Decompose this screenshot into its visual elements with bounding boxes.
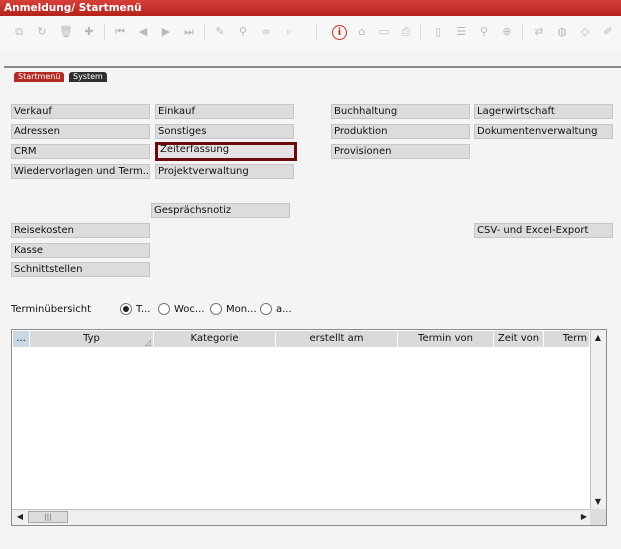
scrollbar-corner [590,509,606,525]
terminuebersicht-label: Terminübersicht [11,304,92,315]
edit-icon[interactable]: ✎ [212,24,228,40]
toolbar-separator [204,24,205,40]
menu-button-produktion[interactable]: Produktion [331,124,470,139]
column-header-erstellt-am[interactable]: erstellt am [276,331,398,347]
find-icon[interactable]: ⚲ [476,24,492,40]
scroll-right-icon[interactable]: ▶ [578,511,590,523]
column-header-typ[interactable]: Typ ◿ [30,331,154,347]
vertical-scrollbar[interactable]: ▲ ▼ [590,330,606,510]
tab-system[interactable]: System [69,72,107,82]
scroll-left-icon[interactable]: ◀ [14,511,26,523]
column-header-menu[interactable]: ... [13,331,30,347]
menu-button-verkauf[interactable]: Verkauf [11,104,150,119]
print-preview-icon[interactable]: ▯ [430,24,446,40]
toolbar-separator [316,24,317,40]
next-icon[interactable]: ▶ [158,24,174,40]
prev-icon[interactable]: ◀ [135,24,151,40]
radio-monat[interactable] [210,303,222,315]
tag-icon[interactable]: ◇ [577,24,593,40]
menu-button-zeiterfassung[interactable]: Zeiterfassung [155,142,297,161]
header-divider [4,66,621,68]
window-title: Anmeldung/ Startmenü [4,2,142,14]
radio-tag-label[interactable]: T... [136,304,150,315]
refresh-icon[interactable]: ↻ [34,24,50,40]
menu-button-projektverwaltung[interactable]: Projektverwaltung [155,164,294,179]
pen-icon[interactable]: ✐ [600,24,616,40]
menu-button-adressen[interactable]: Adressen [11,124,150,139]
menu-button-einkauf[interactable]: Einkauf [155,104,294,119]
home-icon[interactable]: ⌂ [354,24,370,40]
tab-startmenue[interactable]: Startmenü [14,72,65,82]
menu-button-crm[interactable]: CRM [11,144,150,159]
column-header-kategorie[interactable]: Kategorie [154,331,276,347]
horizontal-scrollbar[interactable]: ◀ ||| ▶ [12,509,592,525]
column-header-typ-label: Typ [83,333,100,344]
list-icon[interactable]: ☰ [453,24,469,40]
menu-button-wiedervorlagen[interactable]: Wiedervorlagen und Term... [11,164,150,179]
toolbar-separator [420,24,421,40]
menu-button-csv-export[interactable]: CSV- und Excel-Export [474,223,613,238]
radio-alle[interactable] [260,303,272,315]
radio-tag[interactable] [120,303,132,315]
window-title-bar: Anmeldung/ Startmenü [0,0,621,16]
menu-button-sonstiges[interactable]: Sonstiges [155,124,294,139]
radio-woche[interactable] [158,303,170,315]
info-icon[interactable]: i [332,25,347,40]
delete-icon[interactable]: 🗑 [58,24,74,40]
filter-icon[interactable]: ⚲ [235,24,251,40]
add-icon[interactable]: ✚ [81,24,97,40]
search-icon[interactable]: ⌕ [281,24,297,40]
scroll-up-icon[interactable]: ▲ [592,332,604,344]
binoculars-icon[interactable]: ∞ [258,24,274,40]
menu-button-reisekosten[interactable]: Reisekosten [11,223,150,238]
zoom-icon[interactable]: ⊕ [499,24,515,40]
radio-monat-label[interactable]: Mon... [226,304,257,315]
transfer-icon[interactable]: ⇄ [531,24,547,40]
print-icon[interactable]: ⎙ [398,24,414,40]
toolbar-separator [104,24,105,40]
menu-button-schnittstellen[interactable]: Schnittstellen [11,262,150,277]
copy-icon[interactable]: ⧉ [11,24,27,40]
last-icon[interactable]: ⏭ [181,24,197,40]
column-header-termin-von[interactable]: Termin von [398,331,494,347]
column-header-termin-bis[interactable]: Term [544,331,590,347]
sort-triangle-icon: ◿ [144,338,151,347]
toolbar-separator [522,24,523,40]
radio-woche-label[interactable]: Woc... [174,304,204,315]
menu-button-kasse[interactable]: Kasse [11,243,150,258]
radio-alle-label[interactable]: a... [276,304,292,315]
menu-button-buchhaltung[interactable]: Buchhaltung [331,104,470,119]
menu-button-lagerwirtschaft[interactable]: Lagerwirtschaft [474,104,613,119]
column-header-zeit-von[interactable]: Zeit von [494,331,544,347]
menu-button-provisionen[interactable]: Provisionen [331,144,470,159]
toolbar: ⧉ ↻ 🗑 ✚ ⏮ ◀ ▶ ⏭ ✎ ⚲ ∞ ⌕ i ⌂ ▭ ⎙ ▯ ☰ ⚲ ⊕ … [0,16,621,50]
menu-button-dokumentenverwaltung[interactable]: Dokumentenverwaltung [474,124,613,139]
scroll-down-icon[interactable]: ▼ [592,496,604,508]
globe-icon[interactable]: ◍ [554,24,570,40]
termin-table: ... Typ ◿ Kategorie erstellt am Termin v… [11,329,607,526]
menu-button-gespraechsnotiz[interactable]: Gesprächsnotiz [151,203,290,218]
first-icon[interactable]: ⏮ [112,24,128,40]
horizontal-scroll-thumb[interactable]: ||| [28,511,68,523]
window-icon[interactable]: ▭ [376,24,392,40]
